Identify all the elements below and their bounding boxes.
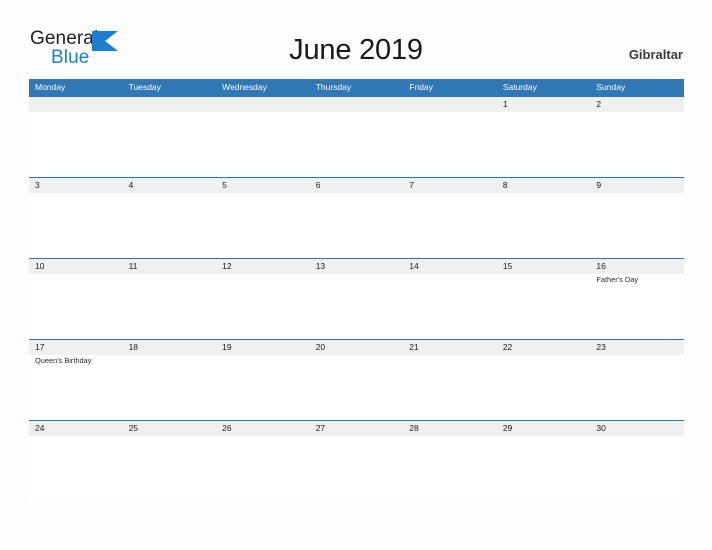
day-number[interactable]: 30 (590, 421, 684, 436)
day-cell[interactable] (216, 436, 310, 500)
day-number[interactable] (123, 97, 217, 112)
day-number[interactable]: 3 (29, 178, 123, 193)
day-cell[interactable] (403, 274, 497, 338)
day-number[interactable]: 6 (310, 178, 404, 193)
day-cell[interactable] (310, 193, 404, 257)
day-number[interactable]: 26 (216, 421, 310, 436)
day-cell[interactable] (123, 274, 217, 338)
day-number[interactable]: 7 (403, 178, 497, 193)
day-cell[interactable]: Father's Day (590, 274, 684, 338)
calendar-grid: Monday Tuesday Wednesday Thursday Friday… (29, 79, 684, 501)
day-number[interactable]: 24 (29, 421, 123, 436)
event-label: Queen's Birthday (35, 356, 92, 365)
day-cell[interactable] (403, 193, 497, 257)
weekday-header-saturday: Saturday (502, 82, 537, 92)
day-cell[interactable] (403, 355, 497, 419)
week-event-band: Queen's Birthday (29, 355, 684, 419)
day-number[interactable]: 17 (29, 340, 123, 355)
week-row: 10 11 12 13 14 15 16 Father's Day (29, 258, 684, 339)
day-number[interactable]: 25 (123, 421, 217, 436)
day-cell[interactable] (403, 436, 497, 500)
day-cell[interactable] (29, 436, 123, 500)
day-number[interactable]: 11 (123, 259, 217, 274)
day-number[interactable]: 1 (497, 97, 591, 112)
day-cell[interactable] (123, 193, 217, 257)
day-cell[interactable] (590, 436, 684, 500)
day-cell[interactable] (123, 355, 217, 419)
week-event-band (29, 193, 684, 257)
day-number[interactable]: 2 (590, 97, 684, 112)
day-cell[interactable] (497, 355, 591, 419)
day-number[interactable]: 19 (216, 340, 310, 355)
day-number[interactable]: 5 (216, 178, 310, 193)
day-cell[interactable] (310, 112, 404, 176)
day-number[interactable]: 14 (403, 259, 497, 274)
day-number[interactable]: 29 (497, 421, 591, 436)
day-cell[interactable] (310, 274, 404, 338)
day-number[interactable] (310, 97, 404, 112)
weekday-header-friday: Friday (409, 82, 433, 92)
day-number[interactable]: 10 (29, 259, 123, 274)
week-event-band (29, 112, 684, 176)
weekday-header-thursday: Thursday (315, 82, 352, 92)
event-label: Father's Day (596, 275, 639, 284)
day-cell[interactable] (123, 436, 217, 500)
week-event-band (29, 436, 684, 500)
day-cell[interactable] (497, 193, 591, 257)
day-number[interactable]: 13 (310, 259, 404, 274)
region-label: Gibraltar (628, 47, 683, 62)
page-title: June 2019 (289, 34, 423, 66)
day-number[interactable]: 4 (123, 178, 217, 193)
day-cell[interactable]: Queen's Birthday (29, 355, 123, 419)
day-cell[interactable] (29, 274, 123, 338)
week-date-band: 10 11 12 13 14 15 16 (29, 259, 684, 274)
day-number[interactable] (216, 97, 310, 112)
day-cell[interactable] (497, 436, 591, 500)
day-cell[interactable] (590, 112, 684, 176)
page-header: General Blue June 2019 Gibraltar (0, 0, 712, 78)
day-cell[interactable] (590, 355, 684, 419)
day-cell[interactable] (216, 355, 310, 419)
day-number[interactable]: 18 (123, 340, 217, 355)
day-number[interactable]: 28 (403, 421, 497, 436)
day-number[interactable]: 16 (590, 259, 684, 274)
week-row: 17 18 19 20 21 22 23 Queen's Birthday (29, 339, 684, 420)
day-cell[interactable] (497, 274, 591, 338)
day-number[interactable] (29, 97, 123, 112)
day-number[interactable]: 21 (403, 340, 497, 355)
day-number[interactable]: 12 (216, 259, 310, 274)
day-cell[interactable] (29, 112, 123, 176)
weekday-header-monday: Monday (35, 82, 66, 92)
day-cell[interactable] (590, 193, 684, 257)
day-cell[interactable] (310, 436, 404, 500)
week-row: 3 4 5 6 7 8 9 (29, 177, 684, 258)
weekday-header-tuesday: Tuesday (128, 82, 161, 92)
day-cell[interactable] (310, 355, 404, 419)
weekday-header-wednesday: Wednesday (222, 82, 267, 92)
week-date-band: 3 4 5 6 7 8 9 (29, 178, 684, 193)
day-number[interactable] (403, 97, 497, 112)
day-number[interactable]: 27 (310, 421, 404, 436)
day-number[interactable]: 9 (590, 178, 684, 193)
day-number[interactable]: 20 (310, 340, 404, 355)
day-cell[interactable] (216, 193, 310, 257)
day-cell[interactable] (29, 193, 123, 257)
day-number[interactable]: 15 (497, 259, 591, 274)
day-cell[interactable] (216, 112, 310, 176)
week-date-band: 17 18 19 20 21 22 23 (29, 340, 684, 355)
day-cell[interactable] (123, 112, 217, 176)
weekday-header-sunday: Sunday (596, 82, 626, 92)
day-cell[interactable] (216, 274, 310, 338)
weekday-header-row: Monday Tuesday Wednesday Thursday Friday… (29, 79, 684, 96)
day-number[interactable]: 8 (497, 178, 591, 193)
day-cell[interactable] (497, 112, 591, 176)
day-number[interactable]: 23 (590, 340, 684, 355)
day-number[interactable]: 22 (497, 340, 591, 355)
week-date-band: 24 25 26 27 28 29 30 (29, 421, 684, 436)
week-row: 1 2 (29, 96, 684, 177)
week-date-band: 1 2 (29, 97, 684, 112)
week-event-band: Father's Day (29, 274, 684, 338)
day-cell[interactable] (403, 112, 497, 176)
week-row: 24 25 26 27 28 29 30 (29, 420, 684, 501)
